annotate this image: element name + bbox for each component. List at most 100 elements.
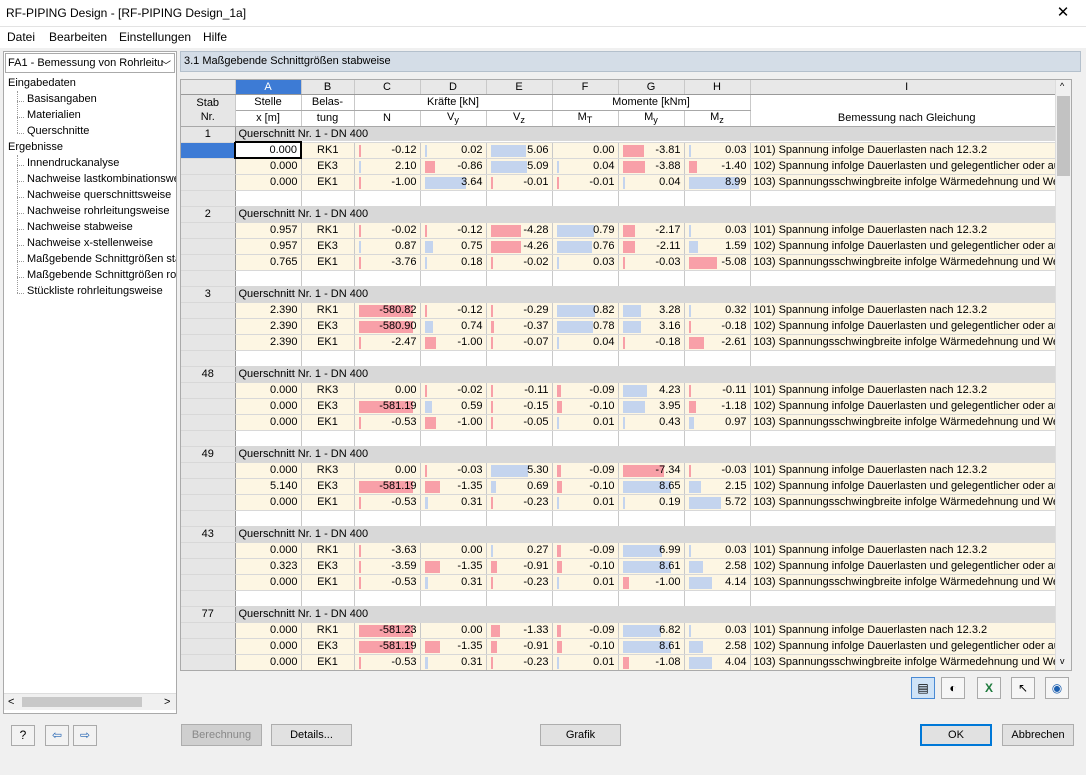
table-row[interactable]: 0.323 EK3 -3.59 -1.35 -0.91 -0.10 8.61 2.58 102)… <box>181 558 1064 575</box>
row-header[interactable] <box>181 158 236 175</box>
cell-mt[interactable]: 0.76 <box>552 238 619 255</box>
empty-cell[interactable] <box>750 190 1064 207</box>
row-header[interactable] <box>181 190 236 207</box>
table-row[interactable]: 0.000 EK3 -581.19 -1.35 -0.91 -0.10 8.61 2.58 10… <box>181 638 1064 655</box>
empty-cell[interactable] <box>420 190 487 207</box>
row-header[interactable] <box>181 238 236 255</box>
empty-cell[interactable] <box>235 510 302 527</box>
table-view-icon[interactable]: ▤ <box>911 677 935 699</box>
color-scale-icon[interactable]: ◐ <box>941 677 965 699</box>
cell-equation[interactable]: 101) Spannung infolge Dauerlasten nach 1… <box>750 142 1064 159</box>
cell-n[interactable]: 0.00 <box>354 462 421 479</box>
scroll-up-icon[interactable]: ^ <box>1060 81 1064 91</box>
empty-cell[interactable] <box>486 430 553 447</box>
tree-item[interactable]: Materialien <box>27 109 81 121</box>
cell-equation[interactable]: 102) Spannung infolge Dauerlasten und ge… <box>750 158 1064 175</box>
cell-vz[interactable]: -0.11 <box>486 382 553 399</box>
empty-cell[interactable] <box>684 510 751 527</box>
cell-loadcase[interactable]: EK3 <box>301 558 355 575</box>
module-dropdown[interactable]: FA1 - Bemessung von Rohrleitu ﹀ <box>5 53 175 73</box>
cell-mt[interactable]: 0.04 <box>552 158 619 175</box>
tree-item[interactable]: Basisangaben <box>27 93 97 105</box>
cell-x[interactable]: 2.390 <box>235 302 302 319</box>
tree-item[interactable]: Querschnitte <box>27 125 89 137</box>
cell-x[interactable]: 0.000 <box>235 382 302 399</box>
scroll-down-icon[interactable]: v <box>1060 656 1065 666</box>
cell-n[interactable]: -580.90 <box>354 318 421 335</box>
menu-hilfe[interactable]: Hilfe <box>203 30 227 44</box>
row-header[interactable] <box>181 590 236 607</box>
cell-my[interactable]: 0.04 <box>618 174 685 191</box>
cell-equation[interactable]: 102) Spannung infolge Dauerlasten und ge… <box>750 238 1064 255</box>
cell-n[interactable]: -581.19 <box>354 398 421 415</box>
table-row[interactable]: 0.765 EK1 -3.76 0.18 -0.02 0.03 -0.03 -5.08 103)… <box>181 254 1064 271</box>
cell-n[interactable]: -2.47 <box>354 334 421 351</box>
empty-cell[interactable] <box>301 430 355 447</box>
cell-my[interactable]: 3.16 <box>618 318 685 335</box>
cell-x[interactable]: 0.000 <box>235 622 302 639</box>
row-header-stab[interactable]: 48 <box>181 366 236 383</box>
empty-cell[interactable] <box>235 670 301 671</box>
row-header[interactable] <box>181 318 236 335</box>
cell-loadcase[interactable]: EK3 <box>301 638 355 655</box>
cell-equation[interactable]: 101) Spannung infolge Dauerlasten nach 1… <box>750 382 1064 399</box>
cell-vy[interactable]: -1.35 <box>420 558 487 575</box>
cell-my[interactable]: 8.61 <box>618 638 685 655</box>
cell-loadcase[interactable]: EK1 <box>301 334 355 351</box>
cell-mt[interactable]: -0.10 <box>552 398 619 415</box>
cell-mt[interactable]: -0.09 <box>552 462 619 479</box>
cell-x[interactable]: 0.000 <box>235 542 302 559</box>
cell-vz[interactable]: 5.09 <box>486 158 553 175</box>
cell-vz[interactable]: 5.30 <box>486 462 553 479</box>
cell-my[interactable]: 4.23 <box>618 382 685 399</box>
cell-vy[interactable]: 0.31 <box>420 574 487 591</box>
cell-mt[interactable]: -0.01 <box>552 174 619 191</box>
cell-mt[interactable]: 0.04 <box>552 334 619 351</box>
empty-cell[interactable] <box>552 670 618 671</box>
row-header[interactable] <box>181 638 236 655</box>
cell-mz[interactable]: -1.18 <box>684 398 751 415</box>
tree-item[interactable]: Eingabedaten <box>8 77 76 89</box>
cell-vy[interactable]: -1.00 <box>420 334 487 351</box>
cell-vz[interactable]: -4.26 <box>486 238 553 255</box>
empty-cell[interactable] <box>552 270 619 287</box>
cell-n[interactable]: -580.82 <box>354 302 421 319</box>
previous-icon[interactable]: ⇦ <box>45 725 69 746</box>
cell-vy[interactable]: -0.86 <box>420 158 487 175</box>
cell-vz[interactable]: -0.02 <box>486 254 553 271</box>
cell-equation[interactable]: 103) Spannungsschwingbreite infolge Wärm… <box>750 494 1064 511</box>
table-row[interactable]: 0.957 EK3 0.87 0.75 -4.26 0.76 -2.11 1.59 102) S… <box>181 238 1064 255</box>
cell-equation[interactable]: 101) Spannung infolge Dauerlasten nach 1… <box>750 542 1064 559</box>
row-header-stab[interactable]: 2 <box>181 206 236 223</box>
cell-vz[interactable]: -0.23 <box>486 494 553 511</box>
cell-x[interactable]: 0.000 <box>235 494 302 511</box>
row-header[interactable] <box>181 622 236 639</box>
cell-loadcase[interactable]: EK1 <box>301 254 355 271</box>
tree-item[interactable]: Maßgebende Schnittgrößen rohrleitungswei… <box>27 269 176 281</box>
empty-cell[interactable] <box>486 510 553 527</box>
cell-my[interactable]: 3.95 <box>618 398 685 415</box>
cell-my[interactable]: 0.19 <box>618 494 685 511</box>
cell-equation[interactable]: 102) Spannung infolge Dauerlasten und ge… <box>750 398 1064 415</box>
cell-loadcase[interactable]: EK1 <box>301 414 355 431</box>
cell-n[interactable]: -0.02 <box>354 222 421 239</box>
empty-cell[interactable] <box>684 590 751 607</box>
cell-vz[interactable]: -0.91 <box>486 558 553 575</box>
row-header[interactable] <box>181 174 236 191</box>
excel-export-icon[interactable]: X <box>977 677 1001 699</box>
abbrechen-button[interactable]: Abbrechen <box>1002 724 1074 746</box>
row-header[interactable] <box>181 222 236 239</box>
cell-x[interactable]: 2.390 <box>235 334 302 351</box>
cell-n[interactable]: 0.00 <box>354 382 421 399</box>
cell-x[interactable]: 0.000 <box>235 638 302 655</box>
cell-vz[interactable]: -0.05 <box>486 414 553 431</box>
table-row[interactable]: 0.957 RK1 -0.02 -0.12 -4.28 0.79 -2.17 0.03 101)… <box>181 222 1064 239</box>
cell-my[interactable]: 8.61 <box>618 558 685 575</box>
cell-loadcase[interactable]: RK1 <box>301 222 355 239</box>
cell-vz[interactable]: -1.33 <box>486 622 553 639</box>
tree-item[interactable]: Nachweise querschnittsweise <box>27 189 171 201</box>
row-header[interactable] <box>181 574 236 591</box>
row-header[interactable] <box>181 350 236 367</box>
cell-mz[interactable]: 1.59 <box>684 238 751 255</box>
empty-cell[interactable] <box>301 190 355 207</box>
